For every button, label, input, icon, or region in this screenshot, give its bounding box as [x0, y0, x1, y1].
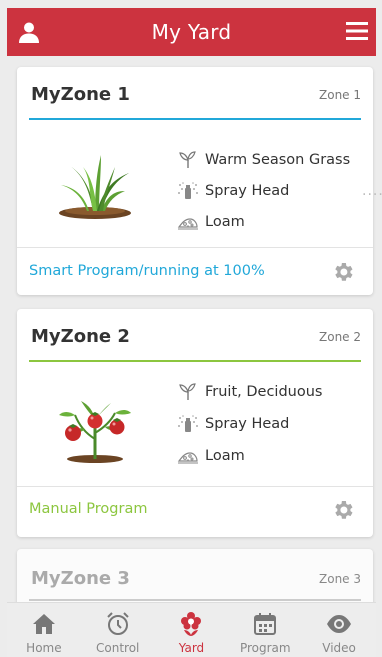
attr-soil: Loam [177, 447, 245, 465]
home-icon [31, 611, 57, 637]
zone-card-1[interactable]: MyZone 1 Zone 1 Warm Season Grass Spray … [17, 67, 373, 295]
page-title: My Yard [151, 20, 232, 44]
attr-sprinkler: Spray Head [177, 415, 289, 433]
zone-number: Zone 3 [319, 572, 361, 586]
program-status-link[interactable]: Manual Program [29, 501, 147, 517]
sprout-icon [177, 383, 199, 401]
zone-list: MyZone 1 Zone 1 Warm Season Grass Spray … [7, 56, 376, 602]
attr-soil: Loam [177, 213, 245, 231]
tab-label: Program [239, 641, 291, 655]
attr-label: Fruit, Deciduous [205, 384, 323, 400]
zone-name: MyZone 2 [31, 326, 130, 347]
attr-label: Spray Head [205, 416, 290, 432]
tab-yard[interactable]: Yard [155, 603, 229, 657]
attr-sprinkler: Spray Head [177, 182, 289, 200]
sprinkler-icon [177, 182, 199, 200]
zone-name: MyZone 1 [31, 84, 130, 105]
zone-underline [29, 118, 361, 120]
soil-icon [177, 213, 199, 231]
tab-home[interactable]: Home [7, 603, 81, 657]
app-header: My Yard [7, 8, 376, 56]
zone-name: MyZone 3 [31, 568, 130, 589]
zone-number: Zone 1 [319, 88, 361, 102]
gear-icon[interactable] [331, 498, 355, 522]
tab-label: Control [96, 641, 140, 655]
card-divider [17, 486, 373, 487]
tab-control[interactable]: Control [81, 603, 155, 657]
attr-label: Loam [205, 448, 245, 464]
zone-card-2[interactable]: MyZone 2 Zone 2 Fruit, Deciduous Spray H… [17, 309, 373, 537]
tomato-plant-icon [55, 393, 135, 465]
scroll-indicator: ···· [362, 187, 382, 203]
calendar-icon [252, 611, 278, 637]
attr-plant-type: Fruit, Deciduous [177, 383, 322, 401]
attr-label: Warm Season Grass [205, 152, 351, 168]
sprout-icon [177, 151, 199, 169]
zone-underline [29, 360, 361, 362]
card-divider [17, 247, 373, 248]
zone-underline [29, 599, 361, 601]
sprinkler-icon [177, 415, 199, 433]
attr-label: Spray Head [205, 183, 290, 199]
program-status-link[interactable]: Smart Program/running at 100% [29, 263, 265, 279]
user-icon[interactable] [17, 20, 41, 44]
flower-icon [178, 611, 204, 637]
tab-label: Video [322, 641, 356, 655]
attr-label: Loam [205, 214, 245, 230]
grass-icon [55, 151, 135, 223]
attr-plant-type: Warm Season Grass [177, 151, 350, 169]
hamburger-menu-icon[interactable] [346, 21, 368, 41]
tab-label: Yard [178, 641, 205, 655]
tab-program[interactable]: Program [228, 603, 302, 657]
tab-label: Home [26, 641, 62, 655]
zone-number: Zone 2 [319, 330, 361, 344]
tab-video[interactable]: Video [302, 603, 376, 657]
alarm-clock-icon [105, 611, 131, 637]
soil-icon [177, 447, 199, 465]
zone-card-3[interactable]: MyZone 3 Zone 3 [17, 549, 373, 602]
bottom-tab-bar: Home Control Yard Program Video [7, 602, 376, 657]
gear-icon[interactable] [331, 260, 355, 284]
eye-icon [326, 611, 352, 637]
